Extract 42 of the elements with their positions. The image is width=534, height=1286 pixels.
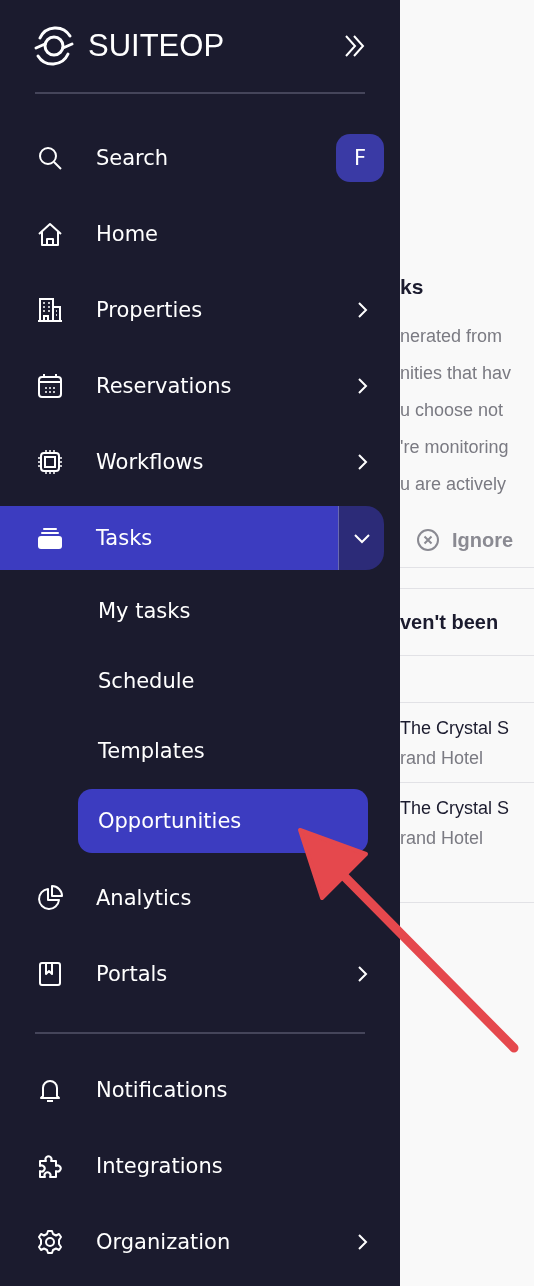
section-title: ven't been [400,588,534,656]
nav-item[interactable]: Analytics [0,866,200,930]
description-text: nerated from [400,325,504,348]
submenu-item[interactable]: Schedule [78,649,368,713]
nav-item[interactable]: Notifications [0,1058,236,1122]
description-text: u are actively [400,473,508,496]
nav-item[interactable]: Workflows [0,430,212,494]
nav-item[interactable]: Integrations [0,1134,231,1198]
puzzle-icon [37,1153,63,1179]
nav-item[interactable]: Properties [0,278,211,342]
submenu-item[interactable]: Opportunities [78,789,368,853]
avatar-badge[interactable]: F [336,134,384,182]
calendar-icon [37,373,63,399]
pie-chart-icon [37,885,63,911]
nav-item[interactable]: Tasks [0,506,338,570]
description-text: 're monitoring [400,436,510,459]
bell-icon [37,1077,63,1103]
nav-item[interactable]: Reservations [0,354,240,418]
nav-item[interactable]: Home [0,202,166,266]
book-icon [37,961,63,987]
building-icon [37,297,63,323]
close-circle-icon [416,528,440,552]
settings-icon [37,1229,63,1255]
brand-name: SUITEOP [88,28,226,64]
collapse-toggle[interactable] [338,506,384,570]
logo-icon [32,24,76,68]
page-heading: ks [400,274,425,300]
task-title: The Crystal S [400,717,511,740]
property-name: rand Hotel [400,827,485,850]
nav-item[interactable]: Portals [0,942,176,1006]
submenu-item[interactable]: My tasks [78,579,368,643]
chip-icon [37,449,63,475]
home-icon [37,221,63,247]
description-text: u choose not [400,399,505,422]
stack-icon [37,525,63,551]
property-name: rand Hotel [400,747,485,770]
task-title: The Crystal S [400,797,511,820]
search-icon [37,145,63,171]
submenu-item[interactable]: Templates [78,719,368,783]
description-text: nities that hav [400,362,513,385]
nav-item[interactable]: Organization [0,1210,239,1274]
nav-item[interactable]: Search [0,126,177,190]
